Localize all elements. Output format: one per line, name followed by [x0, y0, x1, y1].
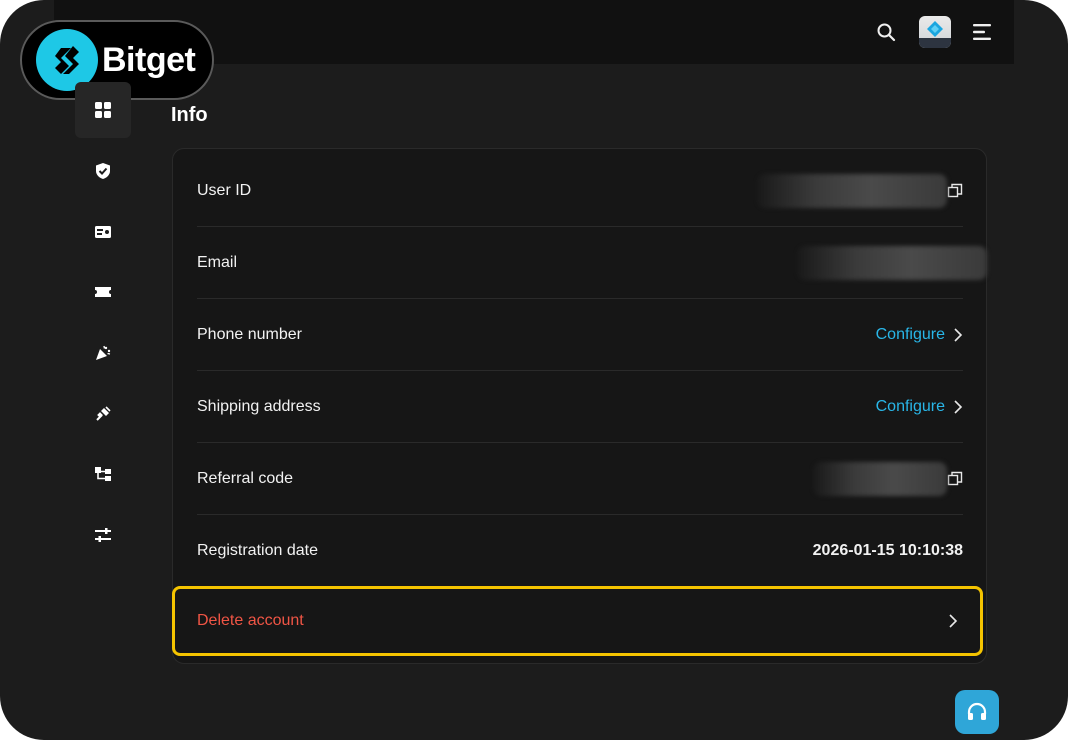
headset-icon — [967, 702, 987, 720]
menu-icon[interactable] — [970, 20, 994, 44]
delete-account-label: Delete account — [197, 612, 304, 629]
coupon-ticket-icon — [95, 287, 111, 297]
sidebar-item-dashboard[interactable] — [75, 82, 131, 138]
sidebar-item-coupons[interactable] — [75, 264, 131, 320]
row-shipping[interactable]: Shipping address Configure — [197, 371, 963, 443]
avatar[interactable] — [919, 16, 951, 48]
registration-label: Registration date — [197, 542, 318, 559]
sidebar-item-api[interactable] — [75, 386, 131, 442]
sidebar-item-sub-accounts[interactable] — [75, 446, 131, 502]
sidebar-item-identity[interactable] — [75, 204, 131, 260]
brand-name: Bitget — [102, 40, 196, 79]
user-id-redacted — [757, 173, 947, 208]
sidebar-item-preferences[interactable] — [75, 507, 131, 563]
chevron-right-icon — [953, 399, 963, 415]
row-phone[interactable]: Phone number Configure — [197, 299, 963, 371]
sub-account-icon — [95, 467, 111, 481]
row-email: Email — [197, 227, 987, 299]
support-headset-button[interactable] — [955, 690, 999, 734]
app-window: Bitget Info User ID Email Phone number C… — [0, 0, 1068, 740]
referral-redacted — [813, 461, 947, 496]
preferences-sliders-icon — [95, 528, 111, 542]
copy-icon[interactable] — [947, 183, 963, 199]
chevron-right-icon — [953, 327, 963, 343]
chevron-right-icon — [948, 613, 958, 629]
identity-card-icon — [95, 226, 111, 238]
shipping-label: Shipping address — [197, 397, 321, 415]
search-icon[interactable] — [874, 20, 898, 44]
sidebar-item-rewards[interactable] — [75, 325, 131, 381]
phone-label: Phone number — [197, 325, 302, 343]
referral-label: Referral code — [197, 469, 294, 487]
celebration-icon — [96, 345, 111, 360]
security-shield-icon — [96, 163, 110, 179]
user-id-label: User ID — [197, 181, 252, 199]
row-referral: Referral code — [197, 443, 963, 515]
email-label: Email — [197, 253, 238, 271]
api-plug-icon — [96, 406, 111, 421]
page-title: Info — [171, 104, 208, 126]
row-registration: Registration date 2026-01-15 10:10:38 — [197, 515, 963, 587]
email-redacted — [797, 245, 987, 280]
delete-account-button[interactable]: Delete account — [172, 586, 983, 656]
copy-icon[interactable] — [947, 471, 963, 487]
registration-date-value: 2026-01-15 10:10:38 — [812, 542, 963, 559]
sidebar-item-security[interactable] — [75, 143, 131, 199]
row-user-id: User ID — [197, 155, 963, 227]
phone-configure-link[interactable]: Configure — [876, 326, 945, 344]
dashboard-icon — [95, 102, 111, 118]
shipping-configure-link[interactable]: Configure — [876, 398, 945, 416]
